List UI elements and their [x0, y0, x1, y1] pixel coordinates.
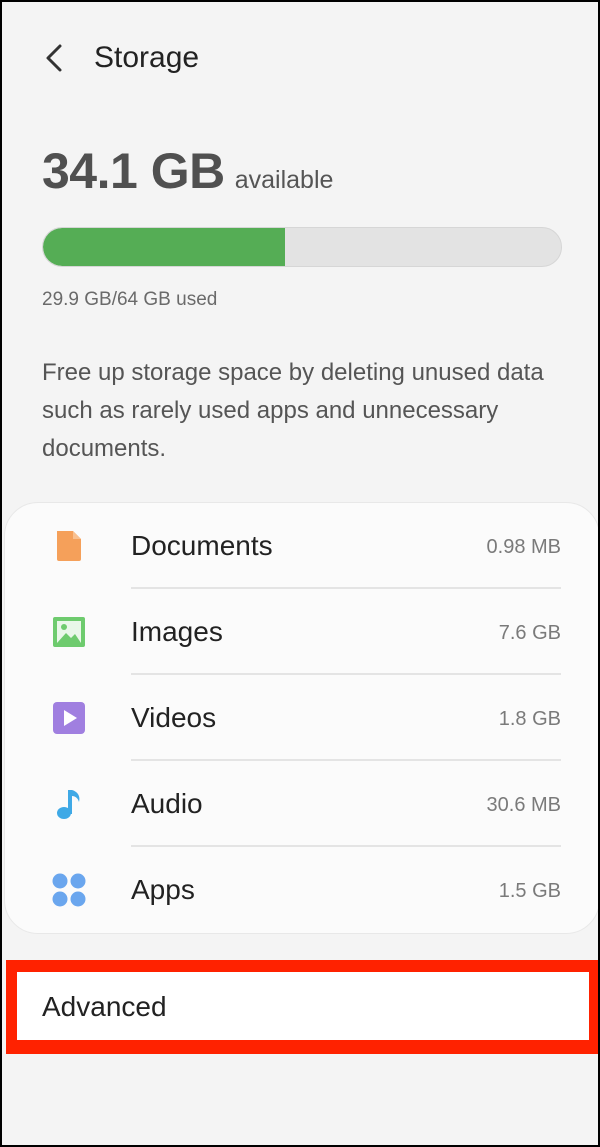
storage-description: Free up storage space by deleting unused… — [42, 359, 544, 462]
category-label: Videos — [131, 702, 217, 733]
category-label: Images — [131, 616, 223, 647]
used-storage-text: 29.9 GB/64 GB used — [42, 289, 218, 310]
category-row-documents[interactable]: Documents 0.98 MB — [5, 503, 598, 589]
storage-progress-fill — [43, 228, 285, 266]
back-button[interactable] — [34, 36, 74, 80]
music-note-icon — [51, 786, 87, 822]
category-size: 1.8 GB — [498, 708, 561, 730]
storage-progress-bar — [42, 227, 562, 267]
advanced-highlight-frame: Advanced — [6, 960, 598, 1054]
available-amount: 34.1 GB — [42, 143, 225, 199]
category-size: 1.5 GB — [498, 880, 561, 902]
storage-categories-card: Documents 0.98 MB Images 7.6 GB Videos 1… — [4, 502, 598, 934]
category-row-audio[interactable]: Audio 30.6 MB — [5, 761, 598, 847]
category-label: Apps — [131, 874, 195, 905]
storage-summary: 34.1 GB available — [42, 142, 333, 200]
document-icon — [51, 528, 87, 564]
category-size: 0.98 MB — [486, 536, 561, 558]
advanced-label: Advanced — [42, 991, 167, 1022]
storage-screen: Storage 34.1 GB available 29.9 GB/64 GB … — [0, 0, 600, 1147]
apps-grid-icon — [51, 872, 87, 908]
available-label: available — [234, 166, 334, 194]
category-size: 7.6 GB — [498, 622, 561, 644]
app-header: Storage — [2, 2, 598, 112]
video-icon — [51, 700, 87, 736]
category-label: Audio — [131, 788, 203, 819]
category-row-videos[interactable]: Videos 1.8 GB — [5, 675, 598, 761]
advanced-button[interactable]: Advanced — [17, 972, 589, 1040]
chevron-left-icon — [46, 44, 62, 72]
category-label: Documents — [131, 530, 273, 561]
category-row-images[interactable]: Images 7.6 GB — [5, 589, 598, 675]
page-title: Storage — [94, 41, 200, 74]
category-row-apps[interactable]: Apps 1.5 GB — [5, 847, 598, 933]
category-size: 30.6 MB — [486, 794, 561, 816]
image-icon — [51, 614, 87, 650]
